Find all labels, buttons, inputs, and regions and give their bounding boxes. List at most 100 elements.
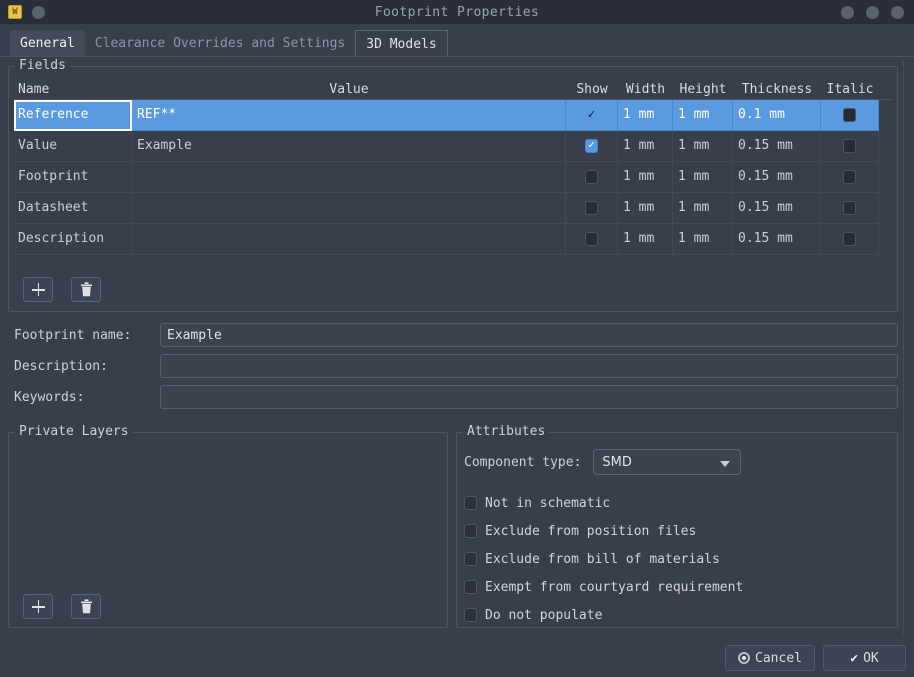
cell-width[interactable]: 1 mm <box>618 193 673 224</box>
keywords-label: Keywords: <box>14 389 85 405</box>
italic-checkbox[interactable] <box>843 200 856 215</box>
checkbox-not-in-schematic[interactable]: Not in schematic <box>464 489 743 517</box>
cell-thickness[interactable]: 0.15 mm <box>733 162 821 193</box>
cell-value[interactable]: REF** <box>132 100 566 131</box>
table-row[interactable]: Footprint 1 mm 1 mm 0.15 mm <box>14 162 892 193</box>
add-private-layer-button[interactable] <box>23 594 53 619</box>
cell-italic[interactable] <box>821 131 879 162</box>
column-header-width[interactable]: Width <box>618 81 673 99</box>
trash-icon <box>80 282 92 297</box>
cell-value[interactable]: Example <box>132 131 566 162</box>
cell-value[interactable] <box>132 162 566 193</box>
cell-show[interactable] <box>566 162 618 193</box>
column-header-italic[interactable]: Italic <box>821 81 879 99</box>
checkbox-box[interactable] <box>464 608 477 622</box>
checkbox-do-not-populate[interactable]: Do not populate <box>464 601 743 629</box>
cell-name[interactable]: Value <box>14 131 132 162</box>
italic-checkbox[interactable] <box>843 169 856 184</box>
cell-thickness[interactable]: 0.15 mm <box>733 131 821 162</box>
component-type-label: Component type: <box>464 454 582 470</box>
cell-width[interactable]: 1 mm <box>618 162 673 193</box>
checkbox-box[interactable] <box>464 524 477 538</box>
show-checkbox[interactable] <box>585 169 598 184</box>
cell-italic[interactable] <box>821 162 879 193</box>
cell-height[interactable]: 1 mm <box>673 162 733 193</box>
cell-thickness[interactable]: 0.15 mm <box>733 224 821 255</box>
cell-show[interactable]: ✓ <box>566 100 618 131</box>
description-input[interactable] <box>160 354 898 378</box>
show-checkbox[interactable] <box>585 231 598 246</box>
checkbox-label: Exempt from courtyard requirement <box>485 579 744 595</box>
private-layers-list[interactable] <box>15 443 441 587</box>
cell-name[interactable]: Description <box>14 224 132 255</box>
cell-value[interactable] <box>132 193 566 224</box>
cell-thickness[interactable]: 0.1 mm <box>733 100 821 131</box>
table-row[interactable]: Value Example 1 mm 1 mm 0.15 mm <box>14 131 892 162</box>
table-row[interactable]: Reference REF** ✓ 1 mm 1 mm 0.1 mm <box>14 100 892 131</box>
cell-value[interactable] <box>132 224 566 255</box>
plus-icon <box>31 283 45 296</box>
delete-field-button[interactable] <box>71 277 101 302</box>
cell-italic[interactable] <box>821 100 879 131</box>
minimize-icon[interactable] <box>841 5 854 19</box>
column-header-show[interactable]: Show <box>566 81 618 99</box>
cancel-label: Cancel <box>755 650 802 666</box>
delete-private-layer-button[interactable] <box>71 594 101 619</box>
cell-width[interactable]: 1 mm <box>618 100 673 131</box>
cell-name[interactable]: Datasheet <box>14 193 132 224</box>
fields-toolbar <box>23 277 101 302</box>
cell-height[interactable]: 1 mm <box>673 131 733 162</box>
show-checkbox[interactable] <box>585 200 598 215</box>
dialog-right-rule <box>903 60 904 635</box>
italic-checkbox[interactable] <box>843 138 856 153</box>
column-header-name[interactable]: Name <box>14 81 132 99</box>
cell-height[interactable]: 1 mm <box>673 193 733 224</box>
checkbox-exclude-from-bill-of-materials[interactable]: Exclude from bill of materials <box>464 545 743 573</box>
column-header-value[interactable]: Value <box>132 81 566 99</box>
cell-name[interactable]: Reference <box>14 100 132 131</box>
component-type-select[interactable]: SMD <box>593 449 742 475</box>
italic-checkbox[interactable] <box>843 107 856 122</box>
footprint-name-label: Footprint name: <box>14 327 132 343</box>
window-menu-dot[interactable] <box>32 5 45 19</box>
description-label: Description: <box>14 358 108 374</box>
tab-clearance-overrides-and-settings[interactable]: Clearance Overrides and Settings <box>85 30 355 57</box>
cell-height[interactable]: 1 mm <box>673 224 733 255</box>
window-title: Footprint Properties <box>374 4 540 20</box>
fields-grid[interactable]: Name Value Show Width Height Thickness I… <box>14 78 892 255</box>
footprint-name-input[interactable] <box>160 323 898 347</box>
cell-show[interactable] <box>566 131 618 162</box>
checkbox-exempt-from-courtyard-requirement[interactable]: Exempt from courtyard requirement <box>464 573 743 601</box>
cell-show[interactable] <box>566 193 618 224</box>
checkbox-box[interactable] <box>464 580 477 594</box>
cell-italic[interactable] <box>821 193 879 224</box>
checkbox-box[interactable] <box>464 552 477 566</box>
table-row[interactable]: Description 1 mm 1 mm 0.15 mm <box>14 224 892 255</box>
cancel-icon <box>738 652 751 664</box>
cell-width[interactable]: 1 mm <box>618 131 673 162</box>
ok-button[interactable]: ✔ OK <box>823 645 906 671</box>
checkbox-box[interactable] <box>464 496 477 510</box>
tab-general[interactable]: General <box>10 30 85 57</box>
close-icon[interactable] <box>891 5 904 19</box>
check-icon: ✓ <box>587 107 596 122</box>
cell-show[interactable] <box>566 224 618 255</box>
show-checkbox[interactable] <box>585 136 598 154</box>
table-row[interactable]: Datasheet 1 mm 1 mm 0.15 mm <box>14 193 892 224</box>
chevron-down-icon <box>720 461 731 467</box>
cancel-button[interactable]: Cancel <box>725 645 815 671</box>
maximize-icon[interactable] <box>866 5 879 19</box>
plus-icon <box>31 600 45 613</box>
cell-width[interactable]: 1 mm <box>618 224 673 255</box>
cell-height[interactable]: 1 mm <box>673 100 733 131</box>
cell-name[interactable]: Footprint <box>14 162 132 193</box>
keywords-input[interactable] <box>160 385 898 409</box>
tab-3d-models[interactable]: 3D Models <box>355 30 448 57</box>
italic-checkbox[interactable] <box>843 231 856 246</box>
checkbox-exclude-from-position-files[interactable]: Exclude from position files <box>464 517 743 545</box>
column-header-thickness[interactable]: Thickness <box>733 81 821 99</box>
column-header-height[interactable]: Height <box>673 81 733 99</box>
add-field-button[interactable] <box>23 277 53 302</box>
cell-italic[interactable] <box>821 224 879 255</box>
cell-thickness[interactable]: 0.15 mm <box>733 193 821 224</box>
